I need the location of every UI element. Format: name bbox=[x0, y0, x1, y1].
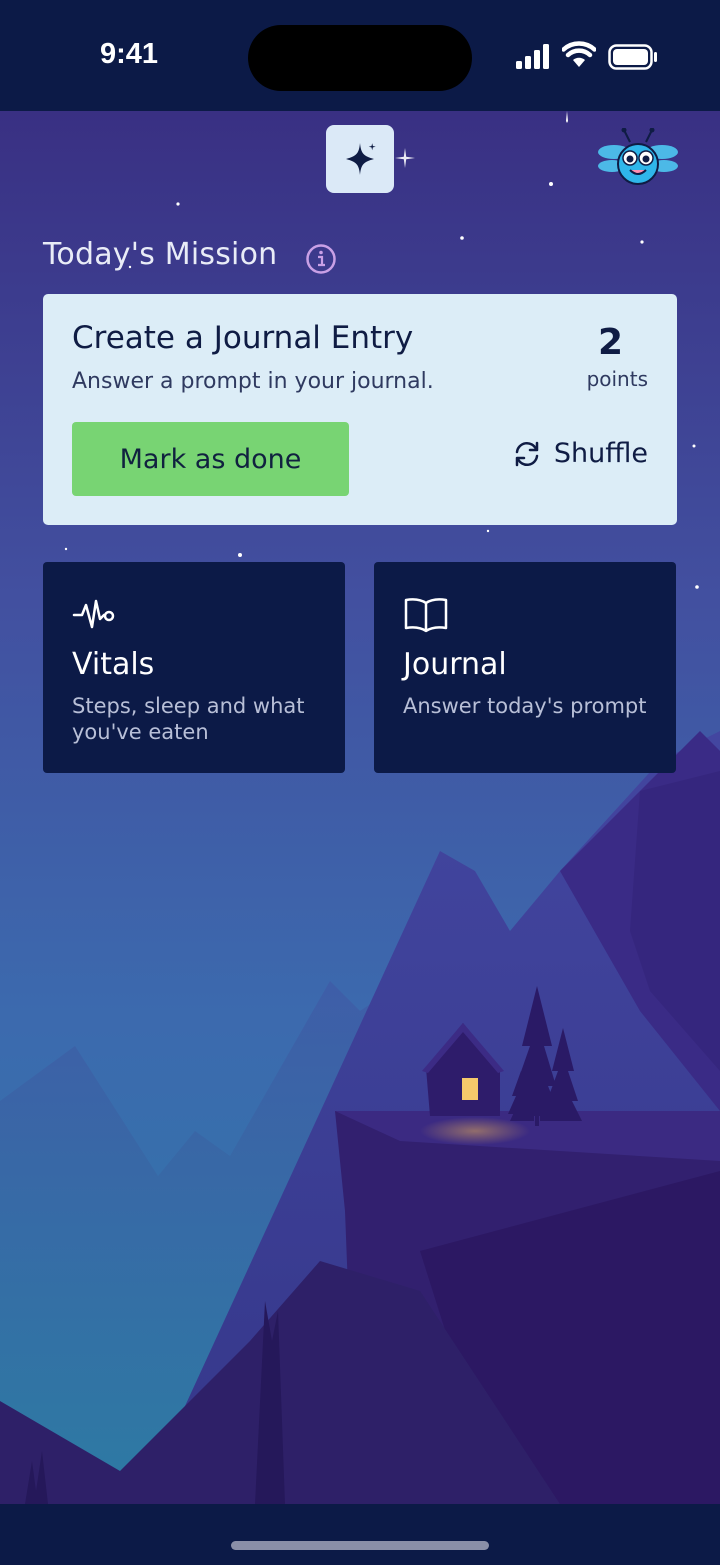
bottom-bar bbox=[0, 1504, 720, 1565]
dynamic-island bbox=[248, 25, 472, 91]
mission-card: Create a Journal Entry Answer a prompt i… bbox=[43, 294, 677, 525]
wifi-icon bbox=[562, 41, 596, 67]
journal-description: Answer today's prompt bbox=[403, 694, 647, 718]
shuffle-label: Shuffle bbox=[553, 438, 648, 469]
cellular-signal-icon bbox=[516, 44, 549, 69]
points-label: points bbox=[586, 367, 648, 391]
vitals-tile[interactable]: Vitals Steps, sleep and what you've eate… bbox=[43, 562, 345, 773]
mission-title: Create a Journal Entry bbox=[72, 320, 414, 356]
open-book-icon bbox=[404, 598, 448, 633]
home-indicator[interactable] bbox=[231, 1541, 489, 1550]
mission-subtitle: Answer a prompt in your journal. bbox=[72, 369, 434, 394]
shuffle-button[interactable]: Shuffle bbox=[512, 438, 648, 469]
journal-title: Journal bbox=[403, 647, 507, 682]
mark-as-done-button[interactable]: Mark as done bbox=[72, 422, 349, 496]
sparkle-icon bbox=[346, 143, 376, 175]
info-icon[interactable] bbox=[305, 243, 337, 275]
section-title: Today's Mission bbox=[43, 237, 278, 272]
vitals-description: Steps, sleep and what you've eaten bbox=[72, 694, 305, 744]
heartbeat-icon bbox=[72, 599, 115, 629]
journal-tile[interactable]: Journal Answer today's prompt bbox=[374, 562, 676, 773]
points-value: 2 bbox=[597, 322, 623, 363]
mark-as-done-label: Mark as done bbox=[119, 443, 302, 475]
twinkle-star-icon bbox=[395, 148, 415, 168]
shuffle-icon bbox=[515, 441, 539, 466]
vitals-title: Vitals bbox=[72, 647, 155, 682]
dragonfly-mascot-icon[interactable] bbox=[596, 128, 680, 190]
status-bar: 9:41 bbox=[0, 0, 720, 111]
status-time: 9:41 bbox=[100, 38, 159, 70]
battery-icon bbox=[608, 44, 657, 70]
sparkle-button[interactable] bbox=[326, 125, 394, 193]
